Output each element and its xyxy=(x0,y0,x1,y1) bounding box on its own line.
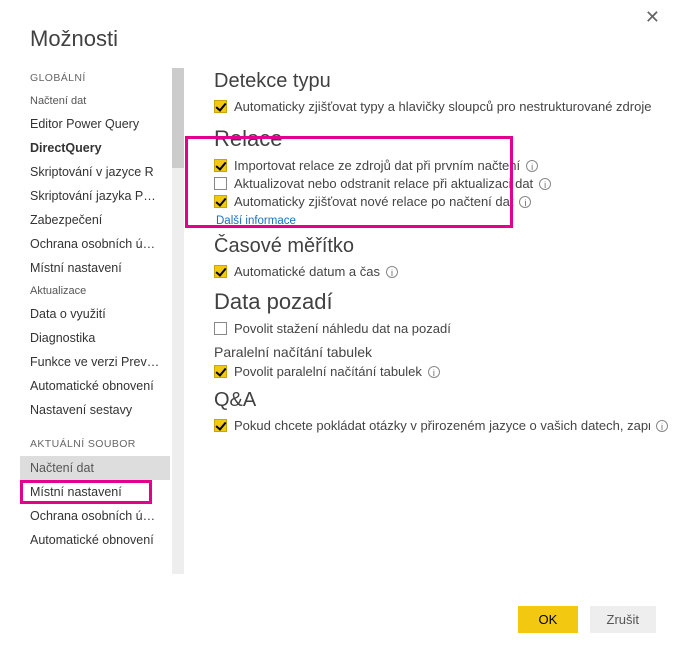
sidebar-item-privacy-current[interactable]: Ochrana osobních údajů xyxy=(20,504,170,528)
options-dialog: ✕ Možnosti GLOBÁLNÍ Načtení dat Editor P… xyxy=(0,0,674,649)
info-icon[interactable]: i xyxy=(386,266,398,278)
main-panel: Detekce typu Automaticky zjišťovat typy … xyxy=(178,66,674,596)
sidebar-item-auto-reload-current[interactable]: Automatické obnovení xyxy=(20,528,170,552)
heading-time: Časové měřítko xyxy=(214,235,668,258)
heading-background: Data pozadí xyxy=(214,289,668,315)
checkbox-detect-relations[interactable] xyxy=(214,195,227,208)
sidebar-item-usage-data[interactable]: Data o využití xyxy=(20,302,170,326)
checkbox-qa[interactable] xyxy=(214,419,227,432)
label-type-detect: Automaticky zjišťovat typy a hlavičky sl… xyxy=(234,99,651,114)
sidebar-item-diagnostics[interactable]: Diagnostika xyxy=(20,326,170,350)
sidebar-item-local-settings-current[interactable]: Místní nastavení xyxy=(20,480,170,504)
sidebar-item-r-script[interactable]: Skriptování v jazyce R xyxy=(20,160,170,184)
checkbox-auto-datetime[interactable] xyxy=(214,265,227,278)
label-background-preview: Povolit stažení náhledu dat na pozadí xyxy=(234,321,451,336)
label-update-relations: Aktualizovat nebo odstranit relace při a… xyxy=(234,176,533,191)
label-detect-relations: Automaticky zjišťovat nové relace po nač… xyxy=(234,194,513,209)
sidebar-item-security[interactable]: Zabezpečení xyxy=(20,208,170,232)
close-icon[interactable]: ✕ xyxy=(645,8,660,26)
label-qa: Pokud chcete pokládat otázky v přirozené… xyxy=(234,418,650,433)
link-more-info[interactable]: Další informace xyxy=(216,215,668,227)
dialog-footer: OK Zrušit xyxy=(510,606,656,633)
sidebar-item-auto-reload[interactable]: Automatické obnovení xyxy=(20,374,170,398)
info-icon[interactable]: i xyxy=(526,160,538,172)
heading-qa: Q&A xyxy=(214,389,668,412)
dialog-title: Možnosti xyxy=(0,0,674,66)
sidebar-item-updates[interactable]: Aktualizace xyxy=(20,280,170,302)
info-icon[interactable]: i xyxy=(428,366,440,378)
sidebar: GLOBÁLNÍ Načtení dat Editor Power Query … xyxy=(20,66,178,596)
sidebar-item-load-data-current[interactable]: Načtení dat xyxy=(20,456,170,480)
sidebar-item-load-data-global[interactable]: Načtení dat xyxy=(20,90,170,112)
label-auto-datetime: Automatické datum a čas xyxy=(234,264,380,279)
heading-parallel: Paralelní načítání tabulek xyxy=(214,344,668,360)
heading-relations: Relace xyxy=(214,126,668,152)
sidebar-item-pq-editor[interactable]: Editor Power Query xyxy=(20,112,170,136)
sidebar-item-directquery[interactable]: DirectQuery xyxy=(20,136,170,160)
checkbox-type-detect[interactable] xyxy=(214,100,227,113)
heading-type-detection: Detekce typu xyxy=(214,70,668,93)
sidebar-item-report-settings[interactable]: Nastavení sestavy xyxy=(20,398,170,422)
cancel-button[interactable]: Zrušit xyxy=(590,606,657,633)
checkbox-background-preview[interactable] xyxy=(214,322,227,335)
sidebar-item-python-script[interactable]: Skriptování jazyka Python xyxy=(20,184,170,208)
sidebar-item-preview[interactable]: Funkce ve verzi Preview xyxy=(20,350,170,374)
sidebar-group-current: AKTUÁLNÍ SOUBOR xyxy=(20,432,170,456)
checkbox-import-relations[interactable] xyxy=(214,159,227,172)
label-import-relations: Importovat relace ze zdrojů dat při prvn… xyxy=(234,158,520,173)
sidebar-item-local-settings[interactable]: Místní nastavení xyxy=(20,256,170,280)
ok-button[interactable]: OK xyxy=(518,606,578,633)
checkbox-parallel-load[interactable] xyxy=(214,365,227,378)
label-parallel-load: Povolit paralelní načítání tabulek xyxy=(234,364,422,379)
info-icon[interactable]: i xyxy=(656,420,668,432)
sidebar-group-global: GLOBÁLNÍ xyxy=(20,66,170,90)
checkbox-update-relations[interactable] xyxy=(214,177,227,190)
info-icon[interactable]: i xyxy=(539,178,551,190)
sidebar-item-privacy[interactable]: Ochrana osobních údajů xyxy=(20,232,170,256)
info-icon[interactable]: i xyxy=(519,196,531,208)
